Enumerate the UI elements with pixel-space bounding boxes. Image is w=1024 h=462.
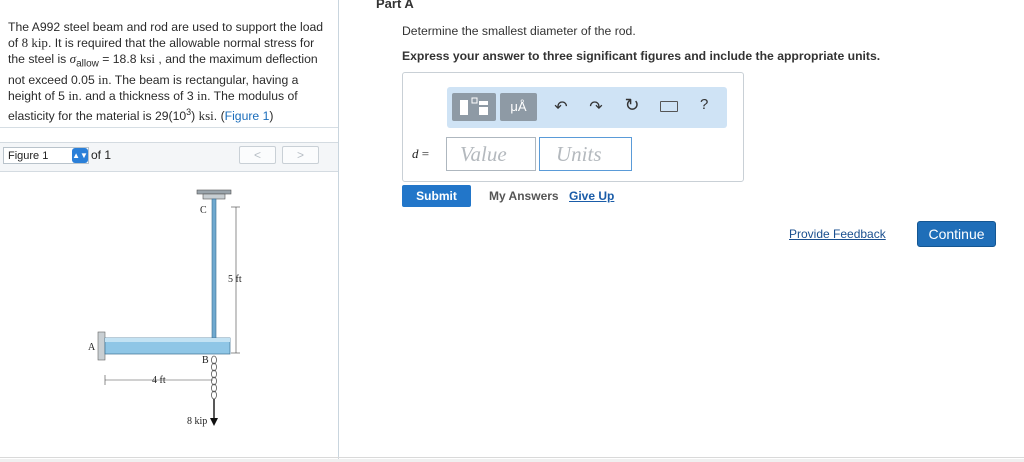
units-input[interactable]: Units (539, 137, 632, 171)
reset-icon[interactable]: ↻ (622, 95, 642, 116)
modulus-close: ) (191, 108, 199, 123)
instruction-text: Express your answer to three significant… (402, 49, 881, 63)
stress-unit: ksi (139, 51, 156, 67)
sigma-symbol: σallow (69, 51, 99, 70)
problem-statement: The A992 steel beam and rod are used to … (8, 20, 330, 124)
give-up-link[interactable]: Give Up (569, 189, 614, 203)
undo-icon[interactable]: ↶ (551, 97, 571, 117)
label-A: A (88, 342, 96, 353)
problem-text: . ( (213, 108, 225, 123)
rod (211, 198, 217, 341)
question-text: Determine the smallest diameter of the r… (402, 24, 636, 38)
beam-dimension-label: 4 ft (152, 375, 166, 386)
continue-button[interactable]: Continue (917, 221, 996, 247)
rod-dimension-label: 5 ft (228, 274, 242, 285)
provide-feedback-link[interactable]: Provide Feedback (789, 227, 886, 241)
wall-support (97, 331, 106, 361)
next-figure-button[interactable]: > (282, 146, 319, 164)
units-button[interactable]: μÅ (500, 93, 537, 121)
divider (0, 457, 1024, 458)
select-arrows-icon[interactable]: ▲▼ (72, 148, 88, 163)
label-B: B (202, 355, 209, 366)
templates-icon (460, 97, 488, 115)
figure-link[interactable]: Figure 1 (225, 109, 270, 123)
figure-count: of 1 (91, 148, 112, 162)
unit-in: in (68, 88, 79, 104)
load-value: 8 kip (21, 35, 48, 51)
modulus-value: 29(10 (154, 108, 187, 123)
beam-rod-figure: 5 ft C A B 4 ft 8 kip (88, 189, 242, 427)
divider (0, 127, 338, 128)
keyboard-icon[interactable] (660, 101, 678, 112)
my-answers-link[interactable]: My Answers (489, 189, 559, 203)
unit-in: in (197, 88, 208, 104)
unit-in: in (98, 72, 109, 88)
label-C: C (200, 205, 207, 216)
load-arrow-icon (210, 399, 218, 426)
chain (211, 355, 217, 400)
redo-icon[interactable]: ↷ (586, 97, 606, 117)
templates-button[interactable] (452, 93, 496, 121)
submit-button[interactable]: Submit (402, 185, 471, 207)
help-button[interactable]: ? (700, 96, 708, 113)
prev-figure-button[interactable]: < (239, 146, 276, 164)
answer-variable-label: d = (412, 146, 430, 161)
load-label: 8 kip (187, 416, 207, 427)
modulus-unit: ksi (198, 107, 214, 123)
part-title: Part A (376, 0, 414, 11)
problem-text: . and a thickness of 3 (78, 89, 197, 104)
stress-value: = 18.8 (98, 52, 140, 67)
top-support (196, 189, 232, 200)
problem-text: ) (269, 108, 274, 123)
value-input[interactable]: Value (446, 137, 536, 171)
